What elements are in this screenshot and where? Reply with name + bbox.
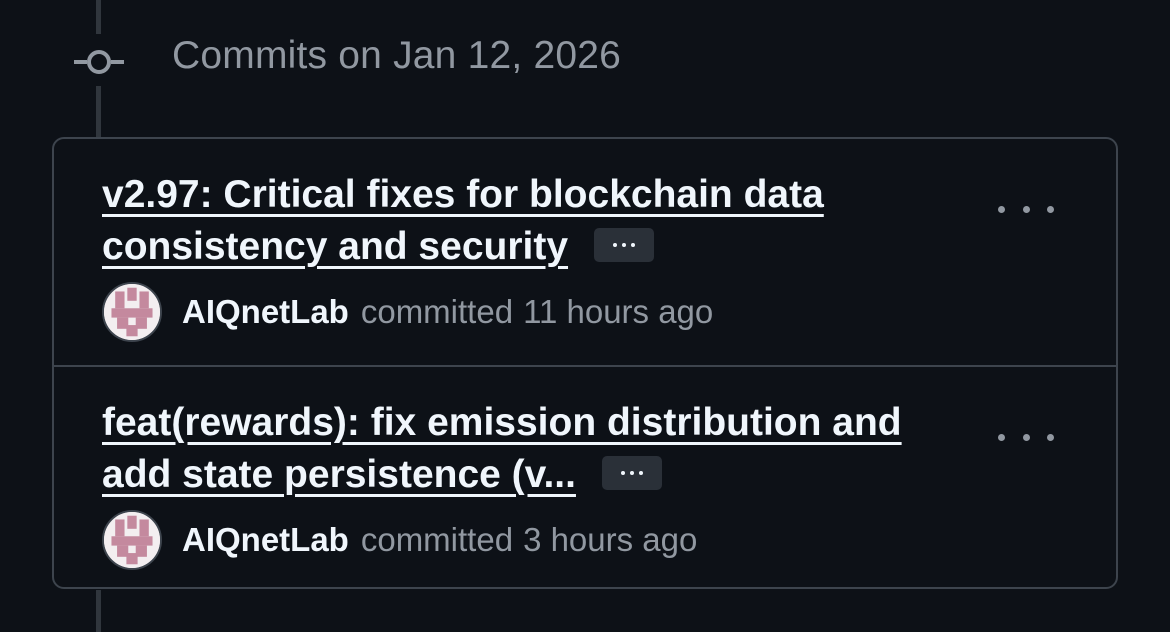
commit-title-line: consistency and security (102, 225, 569, 268)
identicon (104, 284, 160, 340)
relative-time: 3 hours ago (523, 521, 698, 558)
relative-time: 11 hours ago (523, 293, 714, 330)
commit-group-heading: Commits on Jan 12, 2026 (172, 34, 622, 77)
timeline-line (96, 0, 101, 34)
more-actions-button[interactable] (998, 197, 1054, 221)
commit-time-text: committed 3 hours ago (361, 521, 698, 559)
avatar[interactable] (102, 510, 162, 570)
commit-row: feat(rewards): fix emission distribution… (54, 367, 1116, 587)
commit-title-link[interactable]: feat(rewards): fix emission distribution… (102, 401, 902, 496)
ellipsis-icon (594, 228, 654, 262)
commit-meta: AIQnetLab committed 11 hours ago (102, 281, 713, 343)
git-commit-icon (74, 50, 124, 74)
author-link[interactable]: AIQnetLab (182, 521, 349, 559)
expand-message-button[interactable] (601, 455, 662, 490)
more-actions-button[interactable] (998, 425, 1054, 449)
commit-title-line: add state persistence (v... (102, 453, 576, 496)
commit-time-text: committed 11 hours ago (361, 293, 713, 331)
commit-row: v2.97: Critical fixes for blockchain dat… (54, 139, 1116, 365)
identicon (104, 512, 160, 568)
commit-action: committed (360, 293, 514, 330)
commit-title-block: v2.97: Critical fixes for blockchain dat… (102, 169, 992, 273)
timeline-line (96, 590, 101, 632)
kebab-horizontal-icon (998, 205, 1005, 213)
timeline-line (96, 86, 101, 138)
commit-title-line: feat(rewards): fix emission distribution… (102, 401, 902, 444)
commit-action: committed (360, 521, 514, 558)
commit-list: v2.97: Critical fixes for blockchain dat… (52, 137, 1118, 589)
ellipsis-icon (602, 456, 662, 490)
commit-title-line: v2.97: Critical fixes for blockchain dat… (102, 173, 824, 216)
commit-history-page: Commits on Jan 12, 2026 v2.97: Critical … (0, 0, 1170, 632)
avatar[interactable] (102, 282, 162, 342)
commit-meta: AIQnetLab committed 3 hours ago (102, 509, 697, 571)
expand-message-button[interactable] (594, 227, 655, 262)
kebab-horizontal-icon (998, 433, 1005, 441)
commit-title-link[interactable]: v2.97: Critical fixes for blockchain dat… (102, 173, 824, 268)
author-link[interactable]: AIQnetLab (182, 293, 349, 331)
commit-title-block: feat(rewards): fix emission distribution… (102, 397, 992, 501)
